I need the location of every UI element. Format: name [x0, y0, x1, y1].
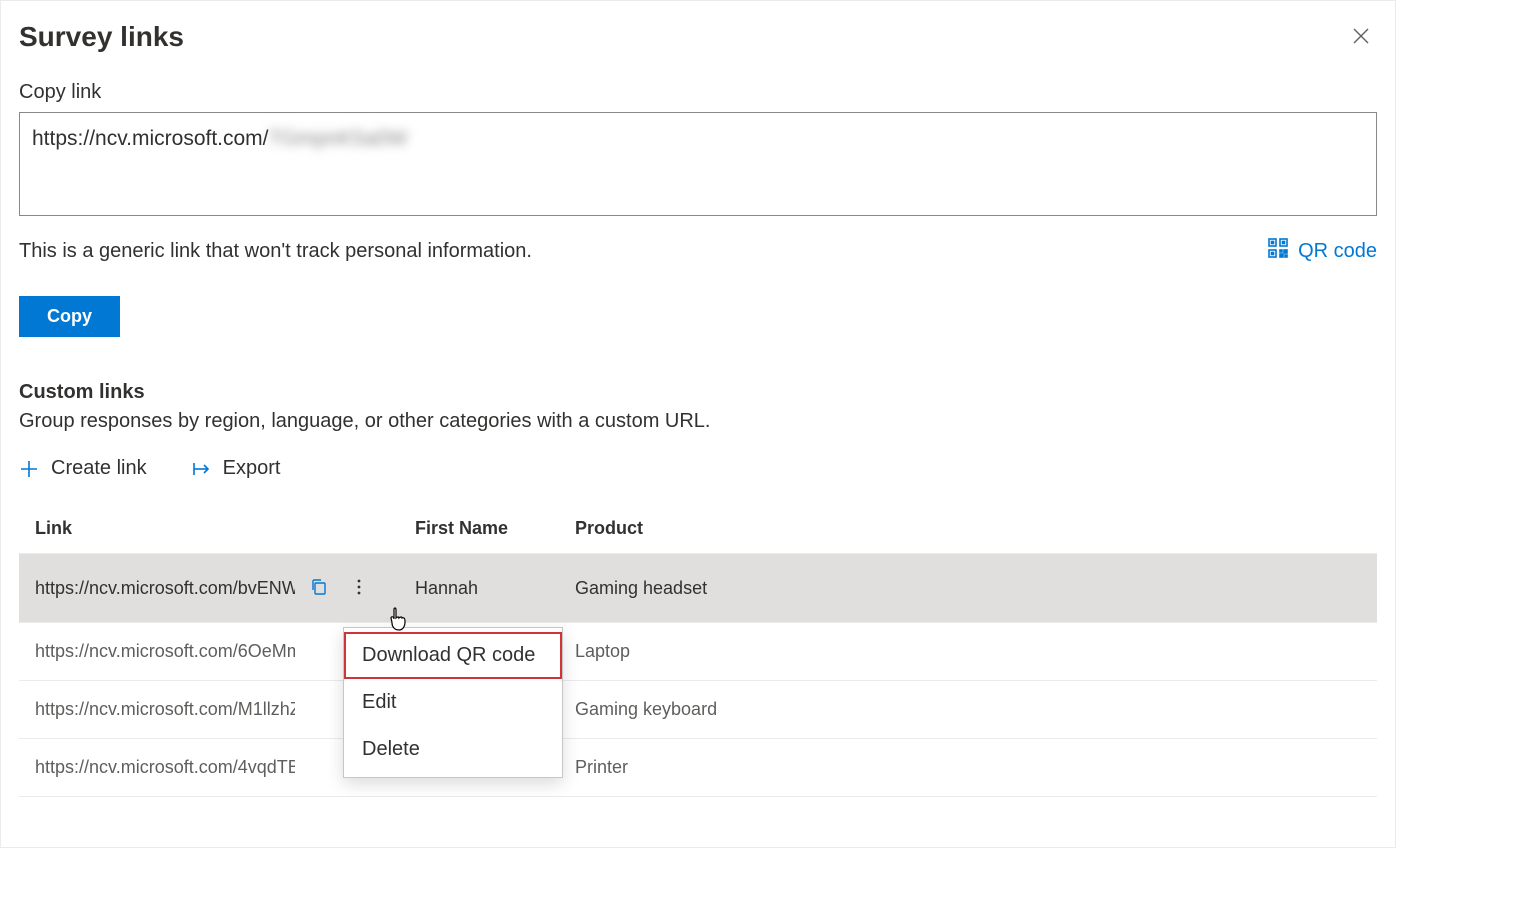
export-icon	[191, 459, 211, 479]
qr-code-button[interactable]: QR code	[1268, 234, 1377, 268]
copy-link-subrow: This is a generic link that won't track …	[19, 234, 1377, 268]
copy-icon	[310, 578, 328, 599]
link-text: https://ncv.microsoft.com/M1llzhZ	[35, 699, 295, 720]
link-text: https://ncv.microsoft.com/bvENW	[35, 578, 295, 599]
panel-header: Survey links	[19, 21, 1377, 81]
table-row[interactable]: https://ncv.microsoft.com/M1llzhZ Gaming …	[19, 681, 1377, 739]
export-button[interactable]: Export	[191, 457, 281, 480]
cell-link: https://ncv.microsoft.com/bvENW	[19, 554, 399, 623]
qr-code-icon	[1268, 238, 1288, 264]
copy-link-value-visible: https://ncv.microsoft.com/	[32, 127, 269, 150]
create-link-label: Create link	[51, 457, 147, 480]
close-button[interactable]	[1345, 21, 1377, 53]
custom-links-description: Group responses by region, language, or …	[19, 410, 1377, 433]
context-menu-item[interactable]: Download QR code	[344, 632, 562, 679]
table-header-row: Link First Name Product	[19, 504, 1377, 554]
column-header-first-name[interactable]: First Name	[399, 504, 559, 554]
cell-product: Gaming keyboard	[559, 681, 1377, 739]
cell-product: Printer	[559, 739, 1377, 797]
custom-links-title: Custom links	[19, 381, 1377, 404]
survey-links-panel: Survey links Copy link https://ncv.micro…	[0, 0, 1396, 848]
close-icon	[1353, 28, 1369, 47]
column-header-product[interactable]: Product	[559, 504, 1377, 554]
table-row[interactable]: https://ncv.microsoft.com/bvENW HannahGam…	[19, 554, 1377, 623]
copy-link-field[interactable]: https://ncv.microsoft.com/TGmpnK5a0W	[19, 112, 1377, 216]
copy-link-value-obscured: TGmpnK5a0W	[269, 127, 408, 150]
custom-links-actions: Create link Export	[19, 457, 1377, 480]
copy-link-label: Copy link	[19, 81, 1377, 104]
link-text: https://ncv.microsoft.com/6OeMm	[35, 641, 295, 662]
table-row[interactable]: https://ncv.microsoft.com/4vqdTBGracePri…	[19, 739, 1377, 797]
cell-product: Laptop	[559, 623, 1377, 681]
link-text: https://ncv.microsoft.com/4vqdTB	[35, 757, 295, 778]
cell-link: https://ncv.microsoft.com/6OeMm	[19, 623, 399, 681]
table-row[interactable]: https://ncv.microsoft.com/6OeMm Laptop	[19, 623, 1377, 681]
copy-link-description: This is a generic link that won't track …	[19, 240, 532, 263]
panel-title: Survey links	[19, 21, 184, 53]
column-header-link[interactable]: Link	[19, 504, 399, 554]
row-context-menu: Download QR codeEditDelete	[343, 627, 563, 778]
qr-code-label: QR code	[1298, 240, 1377, 263]
row-copy-button[interactable]	[303, 572, 335, 604]
row-more-button[interactable]	[343, 572, 375, 604]
cell-first-name: Hannah	[399, 554, 559, 623]
plus-icon	[19, 459, 39, 479]
table-body: https://ncv.microsoft.com/bvENW HannahGam…	[19, 554, 1377, 797]
cell-link: https://ncv.microsoft.com/M1llzhZ	[19, 681, 399, 739]
custom-links-table: Link First Name Product https://ncv.micr…	[19, 504, 1377, 797]
copy-button[interactable]: Copy	[19, 296, 120, 337]
context-menu-item[interactable]: Edit	[344, 679, 562, 726]
export-label: Export	[223, 457, 281, 480]
cell-product: Gaming headset	[559, 554, 1377, 623]
more-vertical-icon	[350, 578, 368, 599]
cell-link: https://ncv.microsoft.com/4vqdTB	[19, 739, 399, 797]
create-link-button[interactable]: Create link	[19, 457, 147, 480]
context-menu-item[interactable]: Delete	[344, 726, 562, 773]
